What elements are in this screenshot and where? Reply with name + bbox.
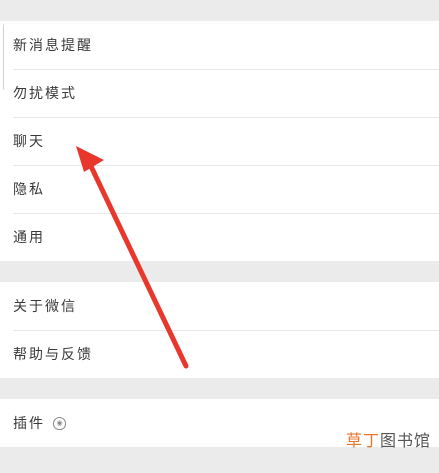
section-gap xyxy=(0,378,439,399)
setting-item-label: 关于微信 xyxy=(13,299,77,315)
setting-item-about-wechat[interactable]: 关于微信 xyxy=(0,282,439,330)
setting-item-label: 聊天 xyxy=(13,134,45,150)
setting-item-label: 勿扰模式 xyxy=(13,86,77,102)
settings-group-1: 新消息提醒 勿扰模式 聊天 隐私 通用 xyxy=(0,21,439,261)
scroll-edge-indicator xyxy=(3,24,7,90)
plugin-icon: ◉ xyxy=(53,416,66,430)
setting-item-help-feedback[interactable]: 帮助与反馈 xyxy=(0,330,439,378)
settings-group-2: 关于微信 帮助与反馈 xyxy=(0,282,439,378)
watermark: 草丁图书馆 xyxy=(346,427,431,451)
setting-item-new-message-notify[interactable]: 新消息提醒 xyxy=(0,21,439,69)
watermark-text: 图书馆 xyxy=(379,431,431,450)
setting-item-privacy[interactable]: 隐私 xyxy=(0,165,439,213)
section-gap xyxy=(0,261,439,282)
setting-item-label: 隐私 xyxy=(13,182,45,198)
setting-item-chat[interactable]: 聊天 xyxy=(0,117,439,165)
section-gap xyxy=(0,0,439,21)
setting-item-label: 通用 xyxy=(13,230,45,246)
settings-screen: 新消息提醒 勿扰模式 聊天 隐私 通用 关于微信 帮助与反馈 插件 ◉ xyxy=(0,0,439,447)
setting-item-label: 插件 xyxy=(13,416,45,432)
setting-item-do-not-disturb[interactable]: 勿扰模式 xyxy=(0,69,439,117)
setting-item-label: 新消息提醒 xyxy=(13,38,93,54)
watermark-accent-text: 草丁 xyxy=(345,431,380,450)
setting-item-general[interactable]: 通用 xyxy=(0,213,439,261)
setting-item-label: 帮助与反馈 xyxy=(13,347,93,363)
